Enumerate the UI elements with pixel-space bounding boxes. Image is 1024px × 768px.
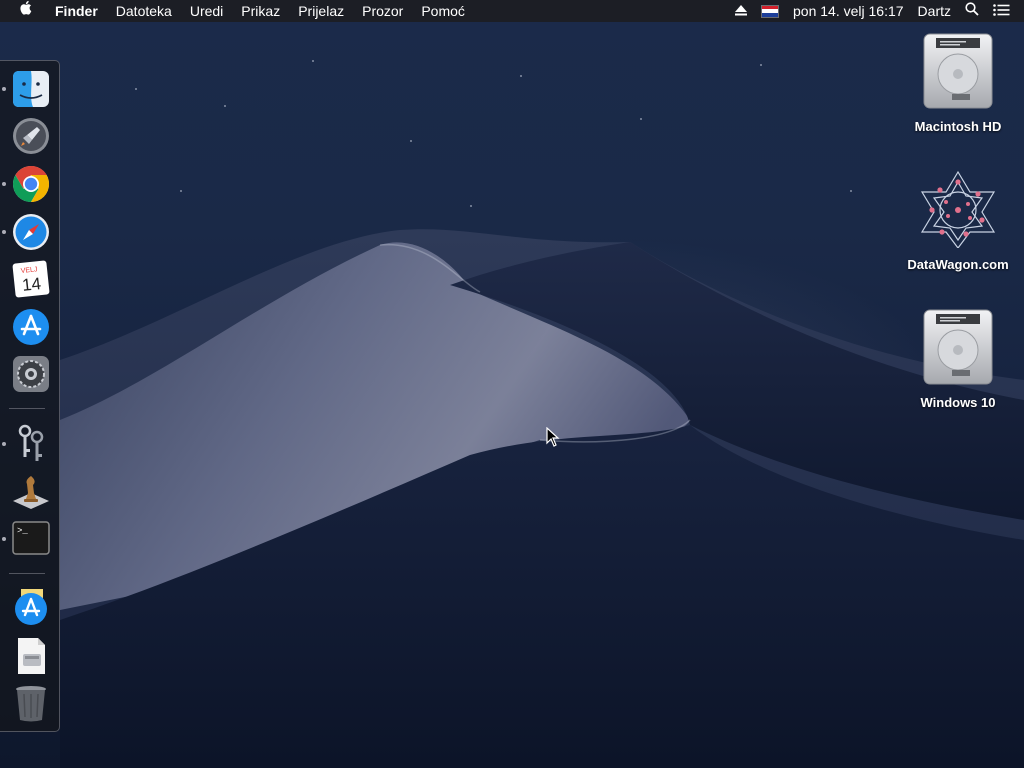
- finder-icon[interactable]: [11, 69, 51, 109]
- datawagon-logo-icon: [920, 170, 996, 249]
- menu-prikaz[interactable]: Prikaz: [232, 0, 289, 22]
- desktop-icon-windows-10[interactable]: Windows 10: [898, 308, 1018, 410]
- running-indicator: [2, 537, 6, 541]
- menu-bar-status-area: pon 14. velj 16:17 Dartz: [728, 0, 1024, 22]
- calendar-day: 14: [21, 274, 42, 295]
- menu-pomoc[interactable]: Pomoć: [412, 0, 474, 22]
- dock-separator: [9, 408, 45, 409]
- safari-icon[interactable]: [11, 212, 51, 252]
- document-icon[interactable]: [11, 636, 51, 676]
- desktop-wallpaper: [0, 0, 1024, 768]
- running-indicator: [2, 87, 6, 91]
- dunes-illustration: [60, 229, 1024, 768]
- apple-icon[interactable]: [0, 0, 46, 22]
- chess-icon[interactable]: [11, 471, 51, 511]
- list-icon[interactable]: [986, 0, 1024, 22]
- calendar-icon[interactable]: VELJ 14: [11, 259, 51, 299]
- keychain-icon[interactable]: [11, 423, 51, 463]
- hard-drive-icon: [923, 309, 993, 385]
- croatian-flag-icon[interactable]: [754, 4, 786, 18]
- menu-uredi[interactable]: Uredi: [181, 0, 232, 22]
- menu-bar: Finder Datoteka Uredi Prikaz Prijelaz Pr…: [0, 0, 1024, 22]
- desktop-icon-label: Macintosh HD: [914, 119, 1002, 134]
- menu-prijelaz[interactable]: Prijelaz: [289, 0, 353, 22]
- desktop-icon-macintosh-hd[interactable]: Macintosh HD: [898, 32, 1018, 134]
- menu-user[interactable]: Dartz: [911, 0, 958, 22]
- chrome-icon[interactable]: [11, 164, 51, 204]
- desktop-icon-label: DataWagon.com: [907, 257, 1009, 272]
- terminal-icon[interactable]: >_: [11, 518, 51, 558]
- running-indicator: [2, 182, 6, 186]
- launchpad-icon[interactable]: [11, 116, 51, 156]
- eject-icon[interactable]: [728, 0, 754, 22]
- app-store-icon[interactable]: [11, 307, 51, 347]
- menu-prozor[interactable]: Prozor: [353, 0, 412, 22]
- mouse-cursor-icon: [546, 427, 560, 447]
- desktop-icon-datawagon[interactable]: DataWagon.com: [898, 170, 1018, 272]
- running-indicator: [2, 230, 6, 234]
- terminal-prompt: >_: [17, 526, 28, 536]
- running-indicator: [2, 442, 6, 446]
- menu-finder[interactable]: Finder: [46, 0, 107, 22]
- menu-clock[interactable]: pon 14. velj 16:17: [786, 0, 911, 22]
- dock-separator: [9, 573, 45, 574]
- dock: VELJ 14 >_: [0, 60, 60, 732]
- menu-datoteka[interactable]: Datoteka: [107, 0, 181, 22]
- system-preferences-icon[interactable]: [11, 354, 51, 394]
- hard-drive-icon: [923, 33, 993, 109]
- desktop-icon-label: Windows 10: [920, 395, 996, 410]
- trash-icon[interactable]: [11, 683, 51, 723]
- app-store-folder-icon[interactable]: [11, 587, 51, 627]
- search-icon[interactable]: [958, 0, 986, 22]
